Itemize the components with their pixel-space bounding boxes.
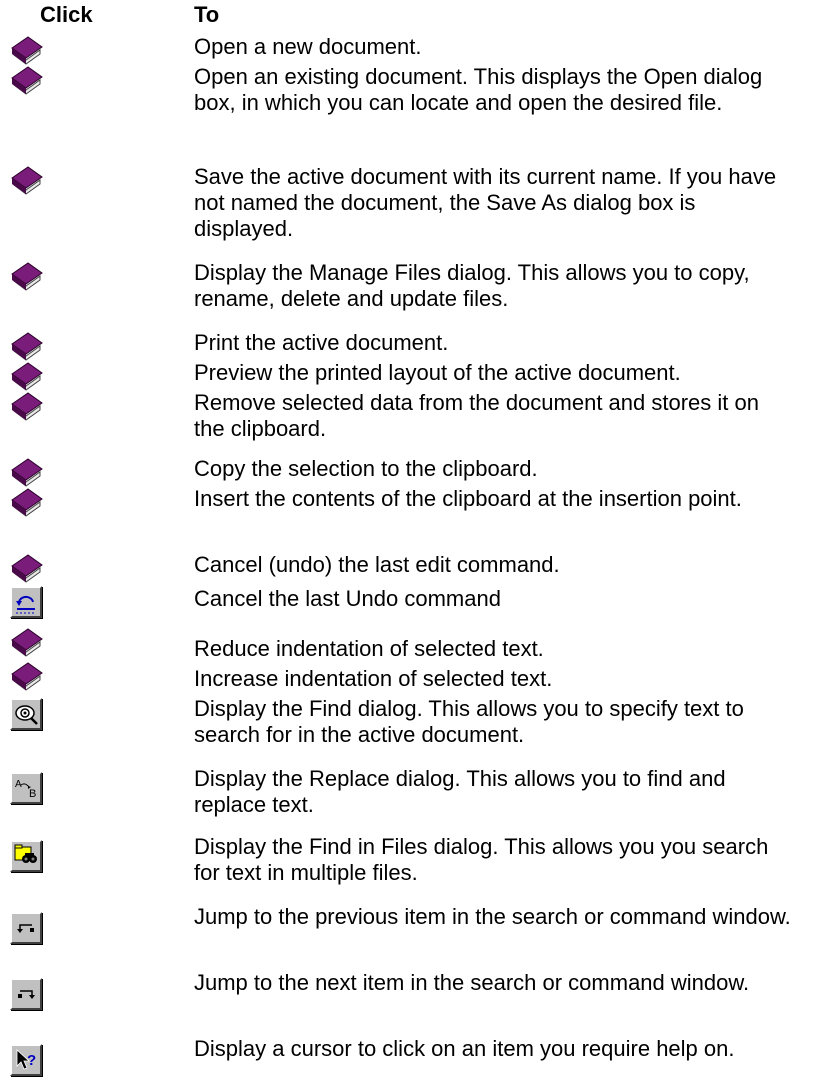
list-item: Preview the printed layout of the active… xyxy=(0,360,820,392)
row-description: Cancel (undo) the last edit command. xyxy=(194,552,560,577)
svg-text:?: ? xyxy=(27,1052,36,1069)
list-item: Jump to the previous item in the search … xyxy=(0,904,820,964)
find-icon[interactable] xyxy=(10,698,42,730)
list-item: Copy the selection to the clipboard. xyxy=(0,456,820,488)
book-icon[interactable] xyxy=(10,552,44,584)
book-icon[interactable] xyxy=(10,660,44,692)
list-item: ? Display a cursor to click on an item y… xyxy=(0,1036,820,1087)
row-description: Reduce indentation of selected text. xyxy=(194,636,544,661)
svg-text:B: B xyxy=(29,788,36,800)
book-icon[interactable] xyxy=(10,456,44,488)
next-item-icon[interactable] xyxy=(10,978,42,1010)
list-item: Print the active document. xyxy=(0,330,820,362)
row-description: Display the Manage Files dialog. This al… xyxy=(194,260,750,311)
row-description: Display the Find in Files dialog. This a… xyxy=(194,834,769,885)
row-description: Save the active document with its curren… xyxy=(194,164,777,241)
book-icon[interactable] xyxy=(10,360,44,392)
book-icon[interactable] xyxy=(10,486,44,518)
row-description: Copy the selection to the clipboard. xyxy=(194,456,538,481)
list-item: Increase indentation of selected text. xyxy=(0,662,820,696)
replace-icon[interactable]: A B xyxy=(10,772,42,804)
list-item: Open an existing document. This displays… xyxy=(0,64,820,152)
row-description: Print the active document. xyxy=(194,330,449,355)
list-item: Jump to the next item in the search or c… xyxy=(0,970,820,1030)
context-help-icon[interactable]: ? xyxy=(10,1044,42,1076)
row-description: Display the Replace dialog. This allows … xyxy=(194,766,726,817)
list-item: Display the Find dialog. This allows you… xyxy=(0,696,820,756)
list-item: A B Display the Replace dialog. This all… xyxy=(0,766,820,826)
list-item: Cancel (undo) the last edit command. xyxy=(0,552,820,584)
row-description: Preview the printed layout of the active… xyxy=(194,360,681,385)
row-description: Increase indentation of selected text. xyxy=(194,666,553,691)
column-header-to: To xyxy=(194,2,220,27)
find-in-files-icon[interactable] xyxy=(10,840,42,872)
list-item: Insert the contents of the clipboard at … xyxy=(0,486,820,546)
list-item: Reduce indentation of selected text. xyxy=(0,628,820,666)
row-description: Insert the contents of the clipboard at … xyxy=(194,486,742,511)
row-description: Jump to the previous item in the search … xyxy=(194,904,791,929)
book-icon[interactable] xyxy=(10,626,44,658)
row-description: Cancel the last Undo command xyxy=(194,586,501,611)
list-item: Display the Manage Files dialog. This al… xyxy=(0,260,820,320)
list-item: Save the active document with its curren… xyxy=(0,164,820,252)
list-item: Open a new document. xyxy=(0,34,820,66)
book-icon[interactable] xyxy=(10,64,44,96)
book-icon[interactable] xyxy=(10,34,44,66)
list-item: Display the Find in Files dialog. This a… xyxy=(0,834,820,894)
list-item: Remove selected data from the document a… xyxy=(0,390,820,450)
book-icon[interactable] xyxy=(10,164,44,196)
column-header-click: Click xyxy=(40,2,93,27)
row-description: Jump to the next item in the search or c… xyxy=(194,970,750,995)
row-description: Remove selected data from the document a… xyxy=(194,390,759,441)
row-description: Open an existing document. This displays… xyxy=(194,64,763,115)
redo-icon[interactable] xyxy=(10,586,42,618)
row-description: Display the Find dialog. This allows you… xyxy=(194,696,744,747)
book-icon[interactable] xyxy=(10,330,44,362)
list-item: Cancel the last Undo command xyxy=(0,586,820,626)
previous-item-icon[interactable] xyxy=(10,912,42,944)
row-description: Open a new document. xyxy=(194,34,422,59)
row-description: Display a cursor to click on an item you… xyxy=(194,1036,735,1061)
book-icon[interactable] xyxy=(10,390,44,422)
book-icon[interactable] xyxy=(10,260,44,292)
